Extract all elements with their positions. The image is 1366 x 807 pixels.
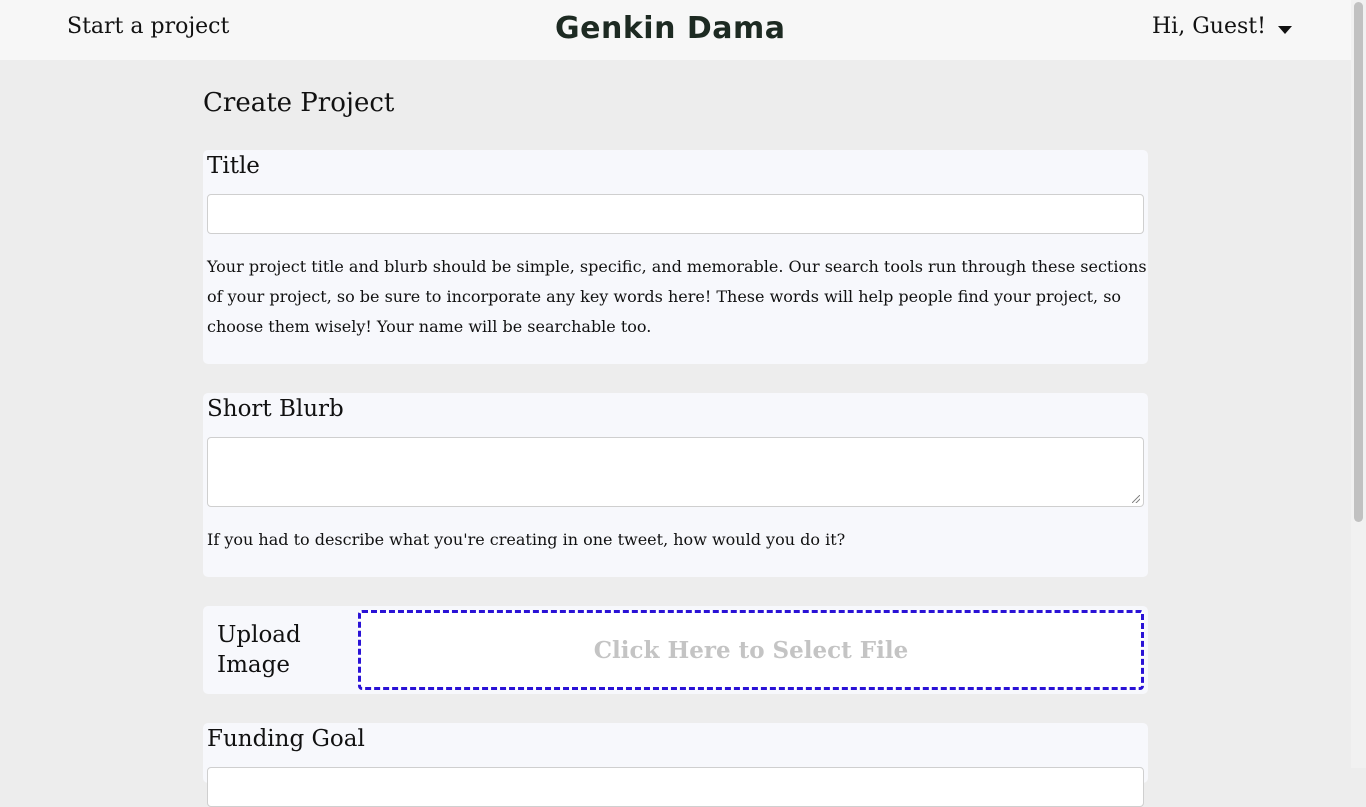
short-blurb-card: Short Blurb If you had to describe what … bbox=[203, 393, 1148, 577]
page-title: Create Project bbox=[203, 88, 395, 118]
file-dropzone[interactable]: Click Here to Select File bbox=[358, 610, 1144, 690]
funding-goal-input[interactable] bbox=[207, 767, 1144, 807]
caret-down-icon bbox=[1277, 25, 1292, 34]
title-label: Title bbox=[207, 153, 260, 179]
title-input[interactable] bbox=[207, 194, 1144, 234]
page-scrollbar[interactable] bbox=[1351, 0, 1366, 768]
short-blurb-textarea[interactable] bbox=[207, 437, 1144, 507]
short-blurb-label: Short Blurb bbox=[207, 396, 344, 422]
scrollbar-thumb[interactable] bbox=[1354, 2, 1363, 522]
brand-logo[interactable]: Genkin Dama bbox=[555, 11, 786, 46]
funding-goal-card: Funding Goal bbox=[203, 723, 1148, 807]
short-blurb-help-text: If you had to describe what you're creat… bbox=[207, 530, 846, 549]
resize-handle-icon[interactable] bbox=[1132, 495, 1140, 503]
upload-image-card: Upload Image Click Here to Select File bbox=[203, 606, 1148, 694]
title-card: Title Your project title and blurb shoul… bbox=[203, 150, 1148, 364]
user-greeting: Hi, Guest! bbox=[1152, 14, 1266, 39]
top-navigation-bar: Start a project Genkin Dama Hi, Guest! bbox=[0, 0, 1351, 60]
dropzone-text: Click Here to Select File bbox=[593, 636, 909, 664]
title-help-text: Your project title and blurb should be s… bbox=[207, 257, 1147, 336]
funding-goal-label: Funding Goal bbox=[207, 726, 365, 752]
upload-image-label: Upload Image bbox=[217, 622, 301, 678]
user-menu-button[interactable]: Hi, Guest! bbox=[1152, 14, 1292, 39]
start-project-link[interactable]: Start a project bbox=[67, 14, 229, 39]
